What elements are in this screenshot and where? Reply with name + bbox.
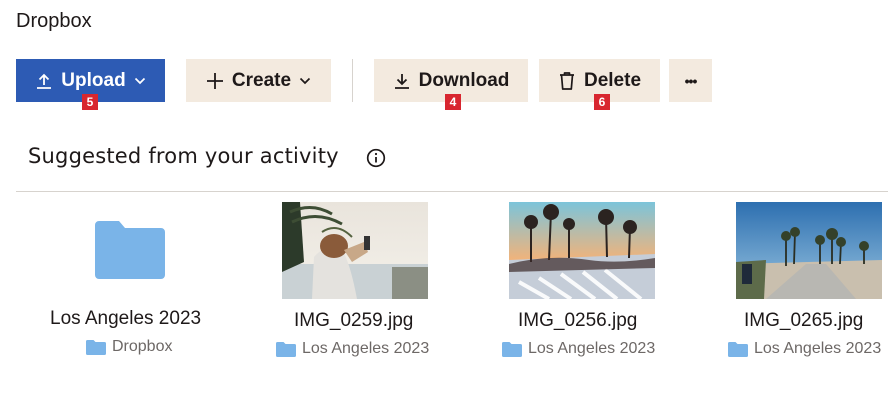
photo-beach-crosswalk <box>509 202 655 299</box>
item-name[interactable]: IMG_0265.jpg <box>744 310 863 332</box>
folder-icon <box>86 339 106 355</box>
section-title: Suggested from your activity <box>28 144 339 168</box>
delete-label: Delete <box>583 69 642 91</box>
item-name[interactable]: IMG_0259.jpg <box>294 310 413 332</box>
image-thumbnail[interactable] <box>509 202 655 299</box>
delete-badge: 6 <box>594 94 610 110</box>
photo-boardwalk <box>736 202 882 299</box>
info-icon[interactable] <box>366 148 386 168</box>
folder-icon <box>502 341 522 357</box>
download-label: Download <box>418 69 510 91</box>
item-location-label: Los Angeles 2023 <box>302 340 430 357</box>
create-button[interactable]: Create <box>186 59 331 102</box>
item-location: Los Angeles 2023 <box>276 340 429 358</box>
item-location-label: Los Angeles 2023 <box>754 340 882 357</box>
upload-badge: 5 <box>82 94 98 110</box>
folder-icon <box>728 341 748 357</box>
more-options-button[interactable]: ••• <box>669 59 712 102</box>
chevron-down-icon <box>134 77 145 84</box>
item-location: Dropbox <box>86 338 172 356</box>
item-location-label: Los Angeles 2023 <box>528 340 656 357</box>
image-thumbnail[interactable] <box>282 202 428 299</box>
folder-icon <box>276 341 296 357</box>
trash-icon <box>559 71 574 90</box>
photo-woman-at-beach <box>282 202 428 299</box>
item-location-label: Dropbox <box>112 338 173 355</box>
section-divider <box>16 191 888 192</box>
item-location: Los Angeles 2023 <box>502 340 655 358</box>
chevron-down-icon <box>299 77 311 84</box>
folder-icon <box>95 221 165 279</box>
plus-icon <box>206 72 223 89</box>
download-icon <box>394 73 409 89</box>
image-thumbnail[interactable] <box>736 202 882 299</box>
item-name[interactable]: Los Angeles 2023 <box>50 308 201 330</box>
upload-label: Upload <box>61 69 126 91</box>
toolbar-divider <box>352 59 353 102</box>
item-location: Los Angeles 2023 <box>728 340 881 358</box>
more-icon: ••• <box>684 72 698 89</box>
upload-icon <box>37 73 52 89</box>
download-badge: 4 <box>445 94 461 110</box>
app-title: Dropbox <box>16 10 92 32</box>
create-label: Create <box>231 69 292 91</box>
item-name[interactable]: IMG_0256.jpg <box>518 310 637 332</box>
